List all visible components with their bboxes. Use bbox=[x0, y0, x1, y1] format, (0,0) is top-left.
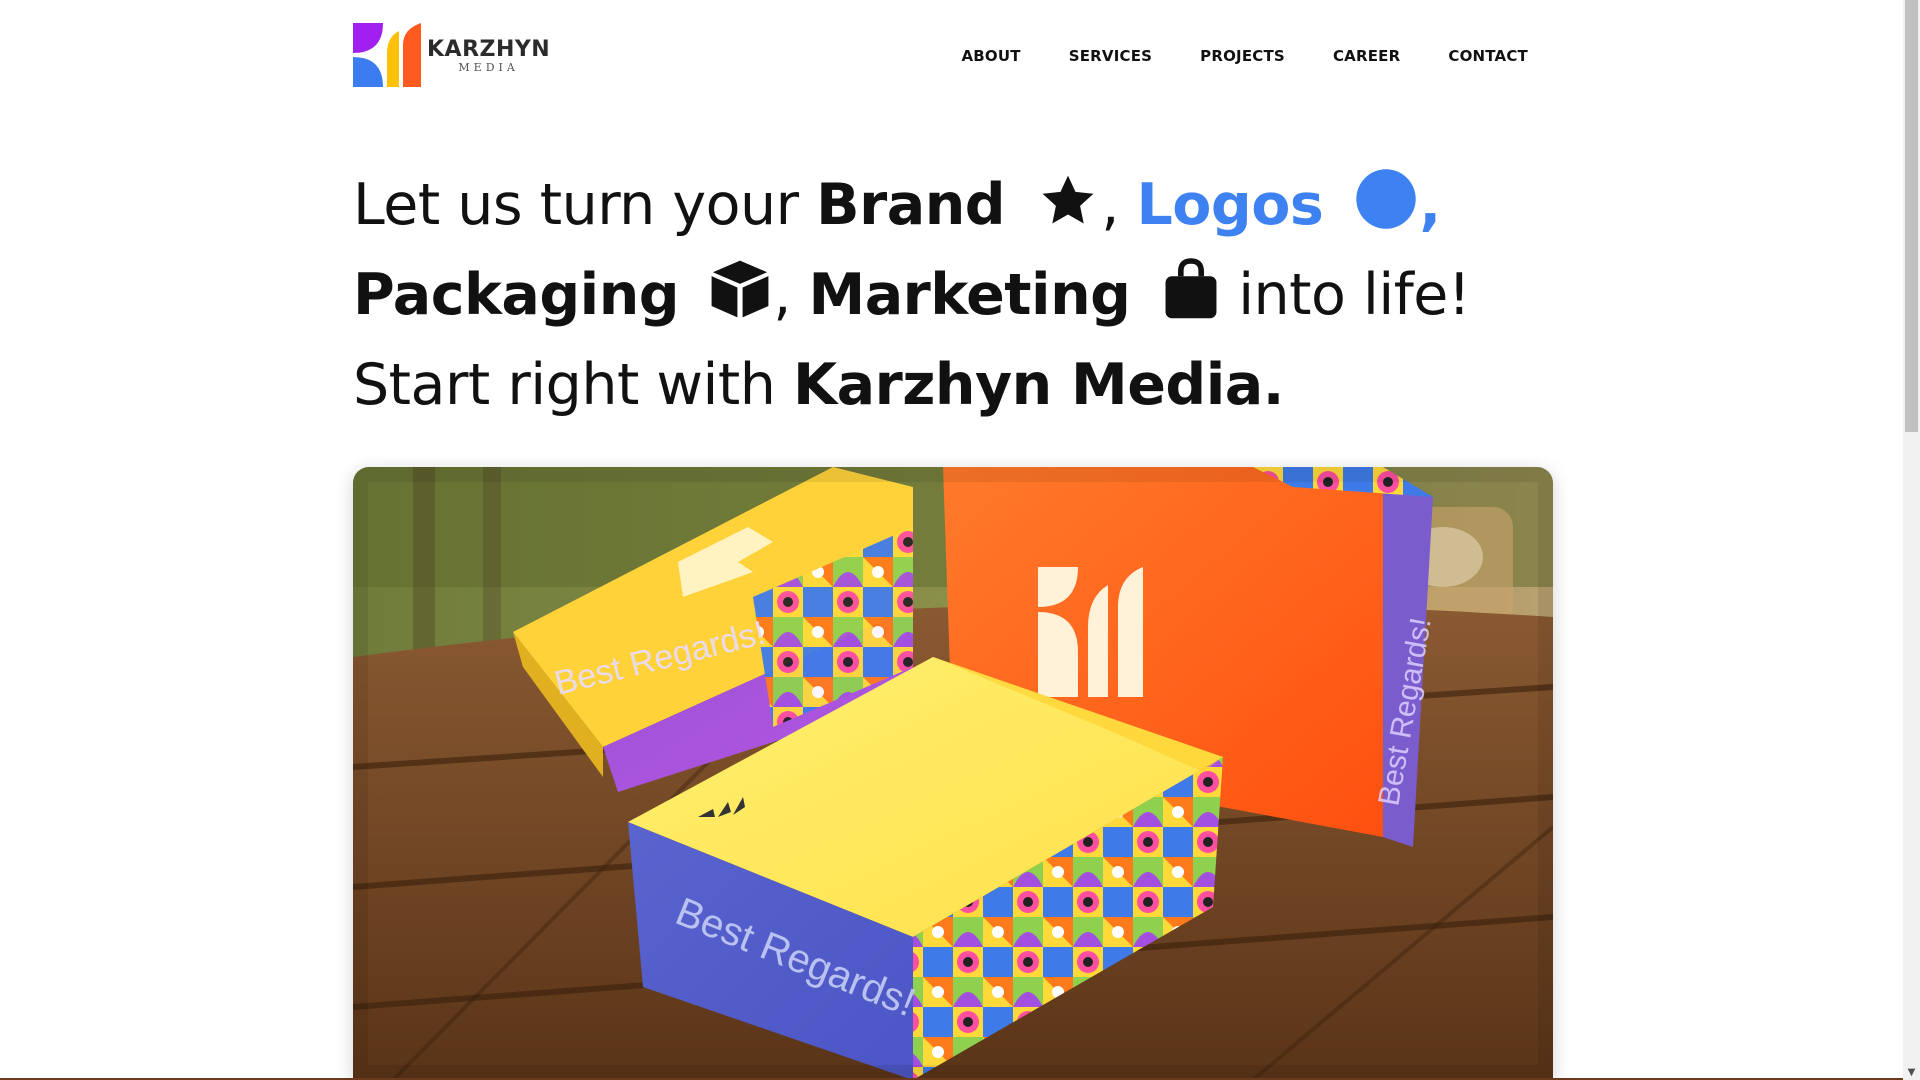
nav-projects[interactable]: PROJECTS bbox=[1200, 47, 1285, 65]
page: KARZHYN MEDIA ABOUT SERVICES PROJECTS CA… bbox=[0, 0, 1920, 1080]
logo-link[interactable]: KARZHYN MEDIA bbox=[353, 23, 550, 89]
shopping-bag-icon bbox=[1165, 258, 1217, 319]
hero-line-2: Packaging , Marketing into life! bbox=[353, 250, 1533, 340]
scroll-down-arrow-icon[interactable]: ▼ bbox=[1906, 1067, 1917, 1078]
hero-packaging-image: Best Regards! Best Regards! Best Regards… bbox=[353, 467, 1553, 1080]
star-icon bbox=[1042, 175, 1094, 224]
hero-packaging: Packaging bbox=[353, 262, 680, 328]
nav-contact[interactable]: CONTACT bbox=[1448, 47, 1528, 65]
hero-line3-prefix: Start right with bbox=[353, 352, 793, 418]
hero-logos: Logos bbox=[1136, 172, 1324, 238]
logo-subtitle: MEDIA bbox=[458, 61, 519, 74]
page-scrollbar[interactable]: ▼ bbox=[1903, 0, 1920, 1080]
hero-company: Karzhyn Media. bbox=[792, 352, 1284, 418]
nav-services[interactable]: SERVICES bbox=[1069, 47, 1152, 65]
hero-brand: Brand bbox=[816, 172, 1006, 238]
site-header: KARZHYN MEDIA ABOUT SERVICES PROJECTS CA… bbox=[353, 22, 1528, 90]
nav-about[interactable]: ABOUT bbox=[961, 47, 1020, 65]
packaging-illustration: Best Regards! Best Regards! Best Regards… bbox=[353, 467, 1553, 1080]
hero-sep-3: , bbox=[773, 262, 809, 328]
hero-line2-suffix: into life! bbox=[1220, 262, 1471, 328]
box-icon bbox=[711, 260, 769, 318]
hero-line-3: Start right with Karzhyn Media. bbox=[353, 340, 1533, 430]
logo-name: KARZHYN bbox=[427, 37, 551, 62]
hero-line1-prefix: Let us turn your bbox=[353, 172, 817, 238]
main-nav: ABOUT SERVICES PROJECTS CAREER CONTACT bbox=[913, 47, 1528, 65]
scrollbar-thumb[interactable] bbox=[1905, 0, 1918, 432]
hero-headline: Let us turn your Brand , Logos , Packagi… bbox=[353, 160, 1533, 430]
circle-icon bbox=[1356, 169, 1417, 229]
hero-line-1: Let us turn your Brand , Logos , bbox=[353, 160, 1533, 250]
karzhyn-logo-icon bbox=[353, 23, 421, 87]
nav-career[interactable]: CAREER bbox=[1333, 47, 1400, 65]
hero-sep-2: , bbox=[1419, 172, 1441, 238]
logo-text: KARZHYN MEDIA bbox=[427, 37, 551, 74]
hero-sep-1: , bbox=[1101, 172, 1137, 238]
hero-marketing: Marketing bbox=[808, 262, 1131, 328]
